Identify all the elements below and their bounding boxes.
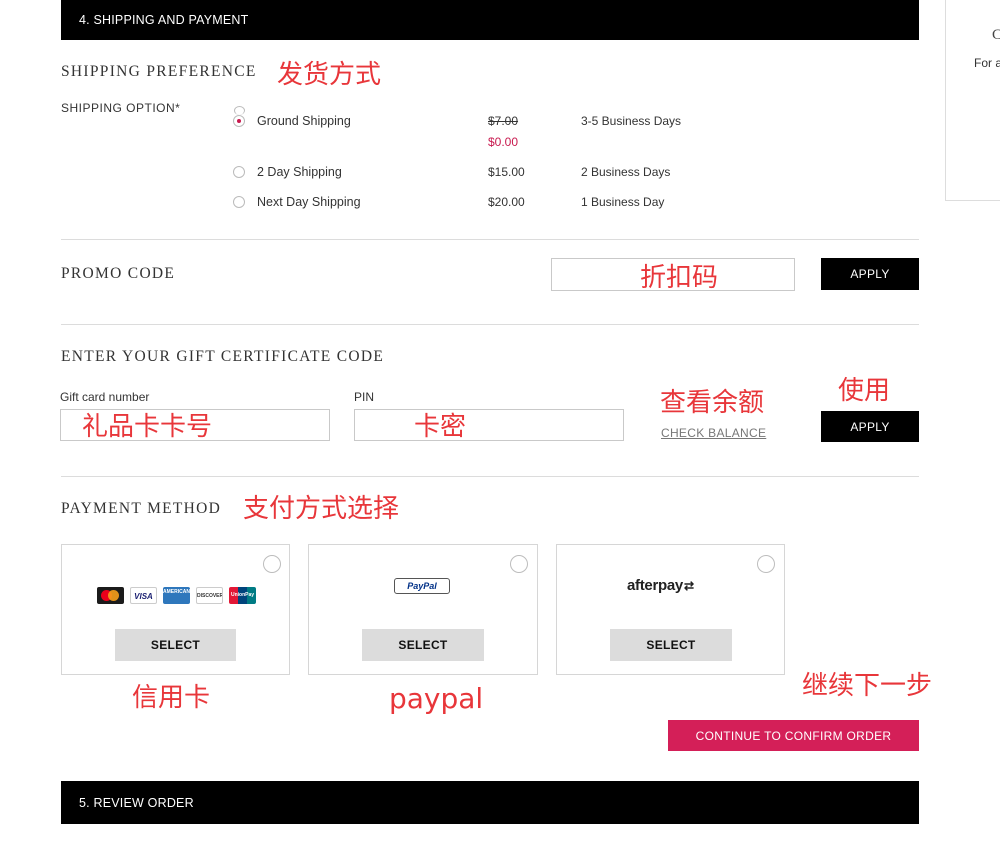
payment-card-credit-card[interactable]: VISA AMERICAN EXPRESS DISCOVER UnionPay SEL… [61, 544, 290, 675]
annotation-promo-code: 折扣码 [640, 263, 719, 293]
shipping-preference-heading: SHIPPING PREFERENCE [61, 63, 257, 80]
section-title: 5. REVIEW ORDER [79, 795, 194, 810]
annotation-card-pin: 卡密 [414, 412, 467, 442]
shipping-name-2-day: 2 Day Shipping [257, 165, 342, 179]
shipping-price-next-day: $20.00 [488, 195, 525, 209]
afterpay-logo-icon: afterpay ⇄ [627, 577, 694, 594]
shipping-price-2-day: $15.00 [488, 165, 525, 179]
annotation-next-step: 继续下一步 [802, 671, 933, 701]
visa-icon: VISA [130, 587, 157, 604]
annotation-use: 使用 [838, 376, 891, 406]
shipping-price-ground: $0.00 [488, 135, 519, 149]
divider [61, 239, 919, 240]
select-afterpay-button[interactable]: SELECT [610, 629, 732, 661]
annotation-paypal: paypal [389, 682, 484, 715]
payment-method-heading: PAYMENT METHOD [61, 500, 222, 517]
side-panel-subtext: For a [974, 56, 1000, 70]
paypal-logo-text: PayPal [407, 581, 437, 591]
afterpay-arrow-icon: ⇄ [683, 578, 695, 593]
shipping-name-ground: Ground Shipping [257, 114, 351, 128]
shipping-old-price-ground: $7.00 [488, 114, 519, 128]
unionpay-icon: UnionPay [229, 587, 256, 604]
select-credit-card-button[interactable]: SELECT [115, 629, 236, 661]
annotation-shipping-method: 发货方式 [277, 60, 382, 90]
credit-card-logos: VISA AMERICAN EXPRESS DISCOVER UnionPay [97, 587, 262, 605]
section-header-shipping-payment[interactable]: 4. SHIPPING AND PAYMENT [61, 0, 919, 40]
payment-card-afterpay[interactable]: afterpay ⇄ SELECT [556, 544, 785, 675]
annotation-gift-card-number: 礼品卡卡号 [82, 412, 213, 442]
side-panel-title: C [992, 27, 1000, 43]
shipping-name-next-day: Next Day Shipping [257, 195, 361, 209]
shipping-time-ground: 3-5 Business Days [581, 114, 682, 128]
shipping-time-next-day: 1 Business Day [581, 195, 665, 209]
annotation-payment-method-select: 支付方式选择 [243, 494, 400, 524]
gift-apply-button[interactable]: APPLY [821, 411, 919, 442]
promo-apply-button[interactable]: APPLY [821, 258, 919, 290]
gift-pin-label: PIN [354, 390, 375, 404]
continue-to-confirm-order-button[interactable]: CONTINUE TO CONFIRM ORDER [668, 720, 919, 751]
radio-paypal[interactable] [510, 555, 528, 573]
amex-icon: AMERICAN EXPRESS [163, 587, 190, 604]
paypal-logo-icon: PayPal [394, 578, 450, 594]
check-balance-link[interactable]: CHECK BALANCE [661, 426, 766, 440]
shipping-time-2-day: 2 Business Days [581, 165, 671, 179]
promo-code-heading: PROMO CODE [61, 265, 176, 282]
shipping-option-label: SHIPPING OPTION* [61, 101, 181, 115]
gift-pin-input[interactable] [354, 409, 624, 441]
annotation-check-balance: 查看余额 [660, 388, 765, 418]
afterpay-logo-text: afterpay [627, 577, 683, 594]
divider [61, 324, 919, 325]
discover-icon: DISCOVER [196, 587, 223, 604]
annotation-credit-card: 信用卡 [132, 683, 211, 713]
gift-card-number-label: Gift card number [60, 390, 150, 404]
radio-button-extra [234, 106, 245, 115]
section-header-review-order[interactable]: 5. REVIEW ORDER [61, 781, 919, 824]
gift-certificate-heading: ENTER YOUR GIFT CERTIFICATE CODE [61, 348, 385, 365]
radio-2-day-shipping[interactable] [233, 166, 245, 178]
divider [61, 476, 919, 477]
section-title: 4. SHIPPING AND PAYMENT [79, 13, 249, 27]
radio-afterpay[interactable] [757, 555, 775, 573]
side-summary-panel: C For a [945, 0, 1000, 201]
payment-card-paypal[interactable]: PayPal SELECT [308, 544, 538, 675]
mastercard-icon [97, 587, 124, 604]
radio-ground-shipping[interactable] [233, 115, 245, 127]
select-paypal-button[interactable]: SELECT [362, 629, 484, 661]
radio-next-day-shipping[interactable] [233, 196, 245, 208]
radio-credit-card[interactable] [263, 555, 281, 573]
